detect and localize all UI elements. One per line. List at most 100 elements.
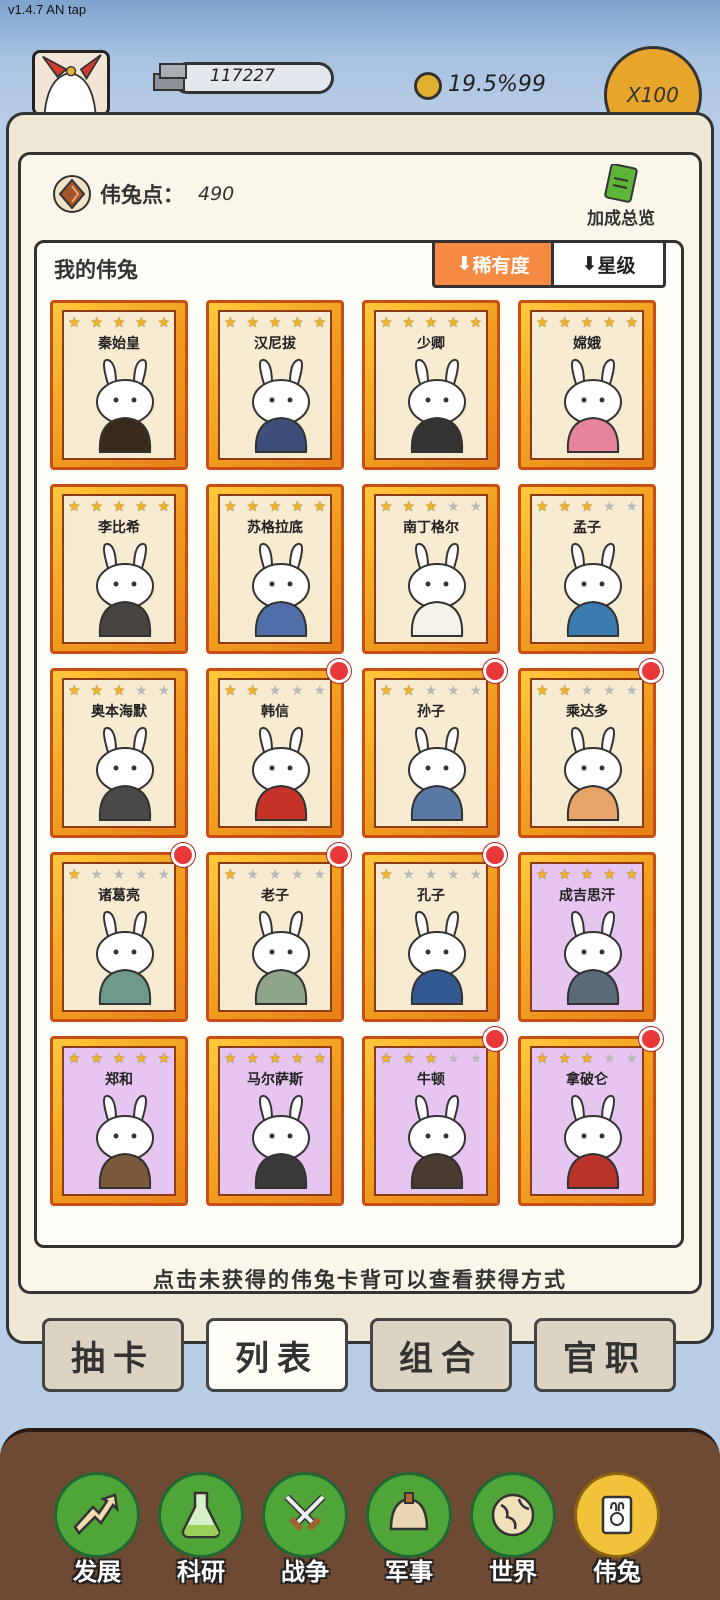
rabbit-illustration: [408, 542, 466, 637]
star-empty-icon: ★: [291, 683, 304, 699]
card-name: 李比希: [98, 520, 140, 536]
tab-list[interactable]: 列表: [206, 1318, 348, 1392]
nav-military-label: 军事: [385, 1558, 433, 1586]
globe-icon: [491, 1493, 535, 1537]
card-name: 少卿: [417, 336, 445, 352]
rabbit-card[interactable]: ★ ★ ★ ★ ★ 孙子: [362, 659, 507, 838]
nav-develop[interactable]: 发展: [52, 1472, 142, 1592]
rabbit-card[interactable]: ★ ★ ★ ★ ★ 成吉思汗: [518, 852, 656, 1022]
card-name: 拿破仑: [566, 1072, 608, 1088]
star-filled-icon: ★: [380, 315, 393, 331]
card-face: ★ ★ ★ ★ ★ 李比希: [62, 494, 176, 644]
sort-rarity-button[interactable]: ⬇ 稀有度: [432, 240, 554, 288]
star-filled-icon: ★: [402, 499, 415, 515]
rabbit-card[interactable]: ★ ★ ★ ★ ★ 郑和: [50, 1036, 188, 1206]
star-filled-icon: ★: [380, 1051, 393, 1067]
star-empty-icon: ★: [469, 499, 482, 515]
tab-combo[interactable]: 组合: [370, 1318, 512, 1392]
star-filled-icon: ★: [625, 867, 638, 883]
star-empty-icon: ★: [246, 867, 259, 883]
rabbit-card[interactable]: ★ ★ ★ ★ ★ 汉尼拔: [206, 300, 344, 470]
coin-rate: 19.5%99: [414, 72, 546, 106]
new-badge-dot: [327, 659, 351, 683]
arrow-up-icon: [73, 1493, 119, 1535]
rabbit-card[interactable]: ★ ★ ★ ★ ★ 秦始皇: [50, 300, 188, 470]
bonus-overview-button[interactable]: 加成总览: [576, 164, 666, 230]
rabbit-card[interactable]: ★ ★ ★ ★ ★ 牛顿: [362, 1027, 507, 1206]
star-filled-icon: ★: [536, 315, 549, 331]
tab-draw[interactable]: 抽卡: [42, 1318, 184, 1392]
new-badge-dot: [171, 843, 195, 867]
player-avatar[interactable]: [32, 50, 110, 116]
rabbit-illustration: [252, 358, 310, 453]
star-rating: ★ ★ ★ ★ ★: [224, 499, 326, 515]
rabbit-point-gem-icon: [53, 175, 91, 213]
star-filled-icon: ★: [68, 683, 81, 699]
star-filled-icon: ★: [291, 315, 304, 331]
rabbit-card[interactable]: ★ ★ ★ ★ ★ 南丁格尔: [362, 484, 500, 654]
rabbit-card[interactable]: ★ ★ ★ ★ ★ 马尔萨斯: [206, 1036, 344, 1206]
rabbit-card[interactable]: ★ ★ ★ ★ ★ 李比希: [50, 484, 188, 654]
rabbit-card[interactable]: ★ ★ ★ ★ ★ 苏格拉底: [206, 484, 344, 654]
star-empty-icon: ★: [580, 683, 594, 699]
star-empty-icon: ★: [625, 683, 638, 699]
star-empty-icon: ★: [112, 867, 126, 883]
star-rating: ★ ★ ★ ★ ★: [68, 683, 170, 699]
star-empty-icon: ★: [268, 683, 282, 699]
sort-rarity-label: 稀有度: [472, 254, 530, 277]
card-name: 马尔萨斯: [247, 1072, 303, 1088]
helmet-icon: [389, 1492, 429, 1531]
star-empty-icon: ★: [625, 1051, 638, 1067]
card-grid: ★ ★ ★ ★ ★ 秦始皇 ★ ★ ★ ★ ★ 汉尼拔 ★ ★ ★ ★ ★ 少卿 ★ ★ ★ ★ ★ 嫦娥 ★ ★ ★ ★ ★ 李比希 ★ ★…: [50, 300, 670, 1230]
coin-rate-value: 19.5%99: [448, 72, 546, 97]
nav-war-label: 战争: [281, 1558, 329, 1586]
star-filled-icon: ★: [380, 867, 393, 883]
card-face: ★ ★ ★ ★ ★ 奥本海默: [62, 678, 176, 828]
arrow-down-icon: ⬇: [456, 253, 473, 275]
star-filled-icon: ★: [291, 1051, 304, 1067]
star-filled-icon: ★: [313, 315, 326, 331]
star-rating: ★ ★ ★ ★ ★: [380, 315, 482, 331]
star-rating: ★ ★ ★ ★ ★: [380, 867, 482, 883]
star-empty-icon: ★: [625, 499, 638, 515]
star-filled-icon: ★: [112, 315, 126, 331]
nav-military[interactable]: 军事: [364, 1472, 454, 1592]
tab-office[interactable]: 官职: [534, 1318, 676, 1392]
star-filled-icon: ★: [380, 683, 393, 699]
star-filled-icon: ★: [380, 499, 393, 515]
rabbit-card[interactable]: ★ ★ ★ ★ ★ 奥本海默: [50, 668, 188, 838]
star-filled-icon: ★: [402, 1051, 415, 1067]
version-label: v1.4.7 AN tap: [8, 2, 87, 17]
star-filled-icon: ★: [90, 1051, 103, 1067]
star-filled-icon: ★: [224, 315, 237, 331]
rabbit-card[interactable]: ★ ★ ★ ★ ★ 孟子: [518, 484, 656, 654]
rabbit-card[interactable]: ★ ★ ★ ★ ★ 少卿: [362, 300, 500, 470]
star-filled-icon: ★: [313, 499, 326, 515]
sort-star-button[interactable]: ⬇ 星级: [554, 240, 666, 288]
rabbit-card[interactable]: ★ ★ ★ ★ ★ 诸葛亮: [50, 843, 195, 1022]
rabbit-card[interactable]: ★ ★ ★ ★ ★ 韩信: [206, 659, 351, 838]
nav-rabbit[interactable]: 伟兔: [572, 1472, 662, 1592]
card-face: ★ ★ ★ ★ ★ 苏格拉底: [218, 494, 332, 644]
star-empty-icon: ★: [313, 867, 326, 883]
rabbit-card[interactable]: ★ ★ ★ ★ ★ 老子: [206, 843, 351, 1022]
nav-war[interactable]: 战争: [260, 1472, 350, 1592]
star-empty-icon: ★: [268, 867, 282, 883]
rabbit-illustration: [96, 910, 154, 1005]
nav-world[interactable]: 世界: [468, 1472, 558, 1592]
rabbit-card[interactable]: ★ ★ ★ ★ ★ 嫦娥: [518, 300, 656, 470]
star-empty-icon: ★: [90, 867, 103, 883]
silver-counter: 117227: [150, 58, 336, 98]
coin-icon: [414, 72, 442, 100]
rabbit-card[interactable]: ★ ★ ★ ★ ★ 乘达多: [518, 659, 663, 838]
star-rating: ★ ★ ★ ★ ★: [536, 499, 638, 515]
rabbit-card[interactable]: ★ ★ ★ ★ ★ 孔子: [362, 843, 507, 1022]
new-badge-dot: [483, 659, 507, 683]
new-badge-dot: [639, 659, 663, 683]
nav-research[interactable]: 科研: [156, 1472, 246, 1592]
rabbit-card[interactable]: ★ ★ ★ ★ ★ 拿破仑: [518, 1027, 663, 1206]
star-empty-icon: ★: [402, 867, 415, 883]
star-filled-icon: ★: [424, 315, 438, 331]
rabbit-illustration: [252, 726, 310, 821]
card-face: ★ ★ ★ ★ ★ 孙子: [374, 678, 488, 828]
